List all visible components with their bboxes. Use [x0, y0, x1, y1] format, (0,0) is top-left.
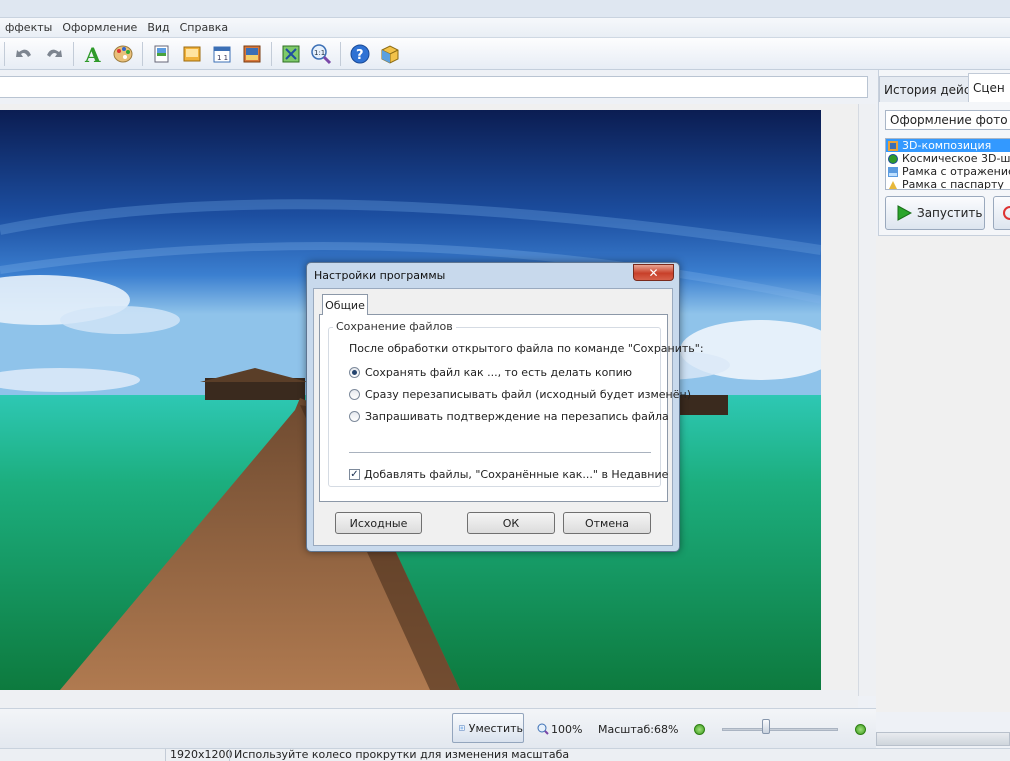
passepartout-icon — [889, 180, 897, 189]
run-button-label: Запустить — [917, 206, 983, 220]
dialog-body: Общие Сохранение файлов После обработки … — [313, 288, 704, 546]
settings-dialog: Настройки программы ✕ Общие Сохранение ф… — [306, 262, 704, 552]
image-dimensions: 1920x1200 — [165, 749, 233, 761]
scenario-3d-icon — [888, 140, 898, 151]
stop-button[interactable] — [993, 196, 1010, 230]
zoom-slider[interactable] — [722, 728, 838, 731]
globe-icon — [888, 153, 898, 164]
tab-scenarios[interactable]: Сцен — [968, 73, 1010, 102]
path-field[interactable] — [0, 76, 868, 98]
scenario-category-select[interactable]: Оформление фото — [885, 110, 1010, 130]
zoom-in-icon[interactable] — [855, 724, 866, 735]
zoom-slider-thumb[interactable] — [762, 719, 771, 734]
list-item[interactable]: 3D-композиция — [886, 139, 1010, 152]
add-to-recent-option[interactable]: ✓ Добавлять файлы, "Сохранённые как..." … — [349, 468, 668, 481]
toolbar-separator — [340, 41, 341, 66]
menu-help[interactable]: Справка — [175, 21, 233, 34]
fit-window-icon[interactable] — [278, 41, 304, 67]
text-icon[interactable]: A — [80, 41, 106, 67]
save-description: После обработки открытого файла по коман… — [349, 342, 704, 355]
divider — [349, 452, 651, 453]
zoom-out-icon[interactable] — [694, 724, 705, 735]
status-cell-empty — [0, 749, 165, 761]
close-icon[interactable]: ✕ — [633, 264, 674, 281]
svg-text:1 1: 1 1 — [217, 54, 228, 62]
tab-panel-general: Сохранение файлов После обработки открыт… — [319, 314, 704, 502]
checkbox-label: Добавлять файлы, "Сохранённые как..." в … — [364, 468, 669, 481]
help-icon[interactable]: ? — [347, 41, 373, 67]
option-label: Запрашивать подтверждение на перезапись … — [365, 410, 669, 423]
fit-page-icon — [459, 725, 465, 731]
fit-button-label: Уместить — [468, 721, 523, 735]
status-hint: Используйте колесо прокрутки для изменен… — [229, 749, 829, 761]
tab-general[interactable]: Общие — [322, 294, 368, 315]
option-label: Сохранять файл как ..., то есть делать к… — [365, 366, 633, 379]
toolbar-separator — [73, 41, 74, 66]
svg-text:1:1: 1:1 — [314, 49, 325, 57]
vertical-scrollbar[interactable] — [858, 104, 876, 696]
cancel-button[interactable]: Отмена — [563, 512, 651, 534]
option-save-as-copy[interactable]: Сохранять файл как ..., то есть делать к… — [349, 366, 632, 379]
actual-size-icon[interactable]: 1:1 — [308, 41, 334, 67]
menu-design[interactable]: Оформление — [57, 21, 142, 34]
radio-button[interactable] — [349, 389, 360, 400]
zoom-bar: Уместить 100% Масштаб: 68% — [0, 708, 876, 748]
radio-button[interactable] — [349, 367, 360, 378]
run-button[interactable]: Запустить — [885, 196, 985, 230]
list-item-label: Космическое 3D-шо — [902, 152, 1010, 165]
picture-icon[interactable] — [179, 41, 205, 67]
list-item[interactable]: Рамка с паспарту — [886, 178, 1010, 190]
menu-view[interactable]: Вид — [142, 21, 174, 34]
list-item-label: Рамка с отражение — [902, 165, 1010, 178]
actual-size-zoom-icon[interactable] — [537, 723, 549, 735]
collage-icon[interactable] — [239, 41, 265, 67]
menu-bar: ффекты Оформление Вид Справка — [0, 18, 1010, 38]
file-saving-group: Сохранение файлов После обработки открыт… — [328, 320, 704, 487]
toolbar-separator — [271, 41, 272, 66]
panel-progress — [876, 732, 1010, 746]
list-item-label: 3D-композиция — [902, 139, 992, 152]
horizontal-scrollbar[interactable] — [0, 690, 858, 708]
group-title: Сохранение файлов — [333, 320, 456, 333]
photo-frame-icon[interactable] — [149, 41, 175, 67]
window-titlebar — [0, 0, 1010, 18]
undo-icon[interactable] — [11, 41, 37, 67]
palette-icon[interactable] — [110, 41, 136, 67]
scale-label: Масштаб: — [598, 723, 654, 736]
panel-background — [876, 236, 1010, 712]
radio-button[interactable] — [349, 411, 360, 422]
dialog-title: Настройки программы — [314, 269, 446, 282]
svg-text:?: ? — [356, 48, 364, 63]
redo-icon[interactable] — [41, 41, 67, 67]
play-icon — [897, 205, 912, 221]
defaults-button[interactable]: Исходные — [335, 512, 422, 534]
ok-button[interactable]: ОК — [467, 512, 555, 534]
svg-text:A: A — [84, 43, 101, 65]
list-item-label: Рамка с паспарту — [902, 178, 1004, 190]
scale-value: 68% — [654, 723, 679, 736]
toolbar-separator — [4, 41, 5, 66]
actual-size-label[interactable]: 100% — [551, 723, 582, 736]
menu-effects[interactable]: ффекты — [0, 21, 57, 34]
add-to-recent-checkbox[interactable]: ✓ — [349, 469, 360, 480]
reflection-frame-icon — [888, 166, 898, 177]
calendar-icon[interactable]: 1 1 — [209, 41, 235, 67]
toolbar: A 1 1 1:1 ? — [0, 38, 1010, 70]
tab-history[interactable]: История действ — [879, 76, 969, 102]
toolbar-separator — [142, 41, 143, 66]
package-icon[interactable] — [377, 41, 403, 67]
option-ask-confirmation[interactable]: Запрашивать подтверждение на перезапись … — [349, 410, 669, 423]
scenario-list: 3D-композиция Космическое 3D-шо Рамка с … — [885, 138, 1010, 190]
fit-button[interactable]: Уместить — [452, 713, 524, 743]
list-item[interactable]: Рамка с отражение — [886, 165, 1010, 178]
status-bar: 1920x1200 Используйте колесо прокрутки д… — [0, 748, 1010, 761]
stop-icon — [1003, 206, 1010, 220]
option-overwrite[interactable]: Сразу перезаписывать файл (исходный буде… — [349, 388, 691, 401]
option-label: Сразу перезаписывать файл (исходный буде… — [365, 388, 691, 401]
scenarios-panel: История действ Сцен Оформление фото 3D-к… — [878, 70, 1010, 236]
list-item[interactable]: Космическое 3D-шо — [886, 152, 1010, 165]
